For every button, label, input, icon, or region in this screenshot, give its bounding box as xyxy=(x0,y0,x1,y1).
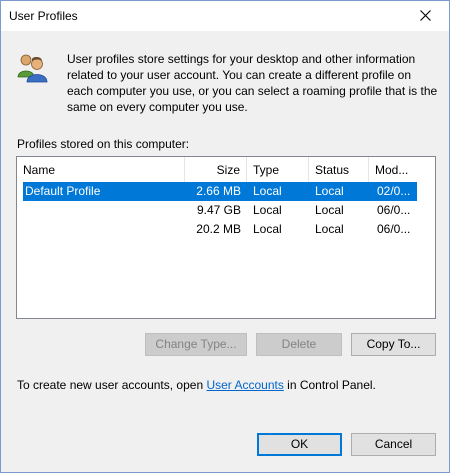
profile-modified: 06/0... xyxy=(377,222,411,236)
profile-modified: 06/0... xyxy=(377,203,411,217)
column-header-name[interactable]: Name xyxy=(17,157,185,182)
users-icon xyxy=(17,54,48,83)
profile-status: Local xyxy=(315,184,344,198)
profile-size: 2.66 MB xyxy=(196,184,241,198)
close-button[interactable] xyxy=(403,1,449,31)
profile-modified: 02/0... xyxy=(377,184,411,198)
change-type-button[interactable]: Change Type... xyxy=(145,333,247,356)
delete-button[interactable]: Delete xyxy=(256,333,342,356)
profile-type: Local xyxy=(253,184,282,198)
intro-text: User profiles store settings for your de… xyxy=(67,52,438,114)
profiles-list-label: Profiles stored on this computer: xyxy=(17,137,190,151)
footer-text: To create new user accounts, open User A… xyxy=(17,378,376,392)
cancel-button[interactable]: Cancel xyxy=(351,433,436,456)
footer-prefix: To create new user accounts, open xyxy=(17,378,207,392)
profiles-listview[interactable]: Name Size Type Status Mod... Default Pro… xyxy=(16,156,436,319)
window-title: User Profiles xyxy=(9,9,78,23)
profile-status: Local xyxy=(315,222,344,236)
table-row[interactable]: Default Profile 2.66 MB Local Local 02/0… xyxy=(23,182,417,201)
column-header-status[interactable]: Status xyxy=(309,157,369,182)
copy-to-button[interactable]: Copy To... xyxy=(351,333,436,356)
profile-size: 9.47 GB xyxy=(196,203,241,217)
table-row[interactable]: 20.2 MB Local Local 06/0... xyxy=(23,220,417,239)
column-header-type[interactable]: Type xyxy=(247,157,309,182)
footer-suffix: in Control Panel. xyxy=(283,378,376,392)
list-header: Name Size Type Status Mod... xyxy=(17,157,435,182)
profile-name xyxy=(25,220,175,239)
user-accounts-link[interactable]: User Accounts xyxy=(206,378,283,392)
user-profiles-dialog: User Profiles User profiles store settin… xyxy=(0,0,450,473)
profile-name xyxy=(25,201,175,220)
column-header-modified[interactable]: Mod... xyxy=(369,157,417,182)
close-icon xyxy=(420,10,431,21)
ok-button[interactable]: OK xyxy=(257,433,342,456)
profile-name: Default Profile xyxy=(25,184,101,198)
profile-status: Local xyxy=(315,203,344,217)
title-bar: User Profiles xyxy=(1,1,449,31)
profile-type: Local xyxy=(253,222,282,236)
profile-size: 20.2 MB xyxy=(196,222,241,236)
profile-type: Local xyxy=(253,203,282,217)
column-header-size[interactable]: Size xyxy=(185,157,247,182)
table-row[interactable]: 9.47 GB Local Local 06/0... xyxy=(23,201,417,220)
